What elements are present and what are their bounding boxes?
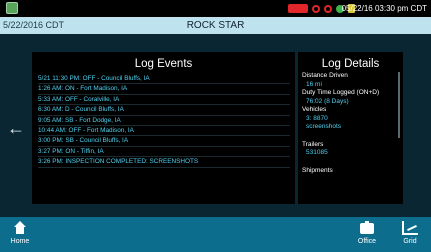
office-label: Office xyxy=(357,238,377,245)
trailer-value: 531085 xyxy=(306,149,328,156)
log-event-row[interactable]: 5/21 11:30 PM: OFF - Council Bluffs, IA xyxy=(38,74,290,85)
distance-value: 16 mi xyxy=(306,80,322,88)
office-button[interactable]: Office xyxy=(350,217,384,252)
home-label: Home xyxy=(10,238,30,245)
log-event-row[interactable]: 1:26 AM: ON - Fort Madison, IA xyxy=(38,84,290,95)
gps-icon xyxy=(324,4,332,13)
log-event-row[interactable]: 3:26 PM: INSPECTION COMPLETED: SCREENSHO… xyxy=(38,157,290,168)
log-details-panel: Log Details Distance Driven 16 mi Duty T… xyxy=(298,52,403,204)
distance-label: Distance Driven xyxy=(302,72,348,79)
grid-label: Grid xyxy=(403,238,417,245)
log-event-row[interactable]: 3:27 PM: ON - Tiffin, IA xyxy=(38,147,290,158)
status-time: 05/22/16 03:30 pm CDT xyxy=(341,4,427,13)
connection-icon xyxy=(312,4,320,13)
bottom-nav-bar: Home Office Grid xyxy=(0,217,431,252)
log-events-title: Log Events xyxy=(134,58,193,70)
log-details-body: Distance Driven 16 mi Duty Time Logged (… xyxy=(302,72,394,175)
duty-time-label: Duty Time Logged (ON+D) xyxy=(302,89,380,96)
log-event-row[interactable]: 3:00 PM: SB - Council Bluffs, IA xyxy=(38,136,290,147)
vehicle-value: screenshots xyxy=(306,123,342,130)
grid-button[interactable]: Grid xyxy=(393,217,427,252)
trailers-label: Trailers xyxy=(302,140,324,148)
log-events-panel: Log Events 5/21 11:30 PM: OFF - Council … xyxy=(32,52,295,204)
driver-name: ROCK STAR xyxy=(186,20,245,31)
home-button[interactable]: Home xyxy=(3,217,37,252)
office-icon xyxy=(359,221,375,235)
duty-time-value: 76:02 (8 Days) xyxy=(306,97,349,105)
truck-icon xyxy=(288,4,308,13)
log-events-list: 5/21 11:30 PM: OFF - Council Bluffs, IA … xyxy=(38,74,290,168)
log-details-title: Log Details xyxy=(321,58,380,70)
home-icon xyxy=(12,221,28,235)
grid-chart-icon xyxy=(402,221,418,235)
app-icon xyxy=(6,2,18,14)
vehicles-label: Vehicles xyxy=(302,106,327,113)
vehicle-value: 3: 8870 xyxy=(306,114,328,122)
log-event-row[interactable]: 6:30 AM: D - Council Bluffs, IA xyxy=(38,105,290,116)
status-bar: 05/22/16 03:30 pm CDT xyxy=(0,0,431,17)
details-scrollbar[interactable] xyxy=(398,72,400,138)
shipments-label: Shipments xyxy=(302,166,333,174)
header-bar: 5/22/2016 CDT ROCK STAR xyxy=(0,17,431,34)
log-event-row[interactable]: 10:44 AM: OFF - Fort Madison, IA xyxy=(38,126,290,137)
back-arrow-icon[interactable]: ← xyxy=(7,119,25,137)
log-event-row[interactable]: 9:05 AM: SB - Fort Dodge, IA xyxy=(38,116,290,126)
log-event-row[interactable]: 5:33 AM: OFF - Coralville, IA xyxy=(38,95,290,106)
